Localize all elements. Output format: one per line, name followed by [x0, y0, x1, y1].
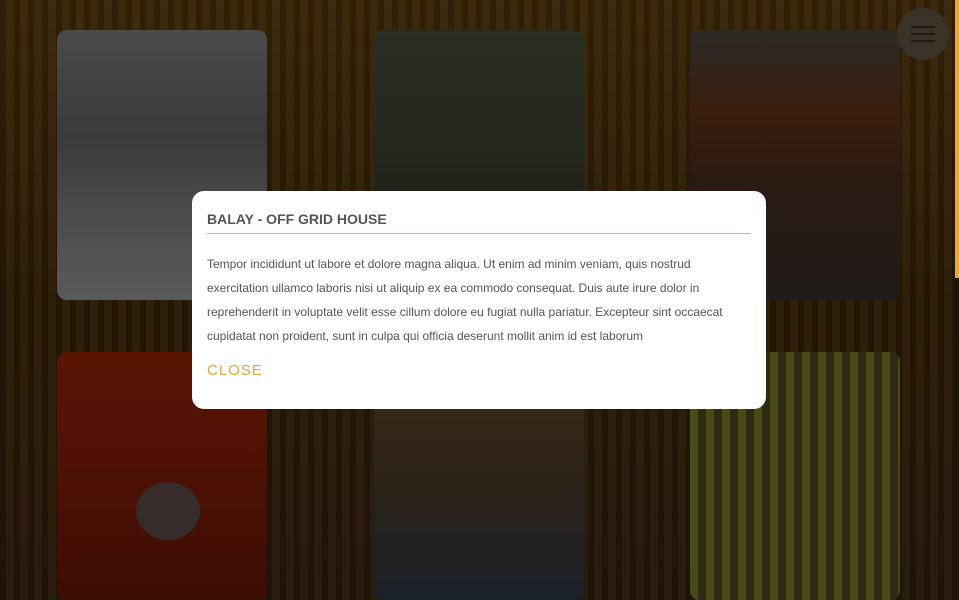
- menu-button[interactable]: [897, 8, 949, 60]
- hamburger-icon: [911, 40, 935, 42]
- modal-body: Tempor incididunt ut labore et dolore ma…: [207, 257, 723, 343]
- hamburger-icon: [911, 33, 935, 35]
- modal-title: BALAY - OFF GRID HOUSE: [207, 211, 751, 234]
- scrollbar-track[interactable]: [955, 0, 959, 600]
- close-button[interactable]: CLOSE: [207, 362, 263, 379]
- hamburger-icon: [911, 26, 935, 28]
- project-modal: BALAY - OFF GRID HOUSE Tempor incididunt…: [192, 191, 766, 409]
- sun-shape: [136, 482, 200, 540]
- scrollbar-thumb[interactable]: [955, 0, 959, 278]
